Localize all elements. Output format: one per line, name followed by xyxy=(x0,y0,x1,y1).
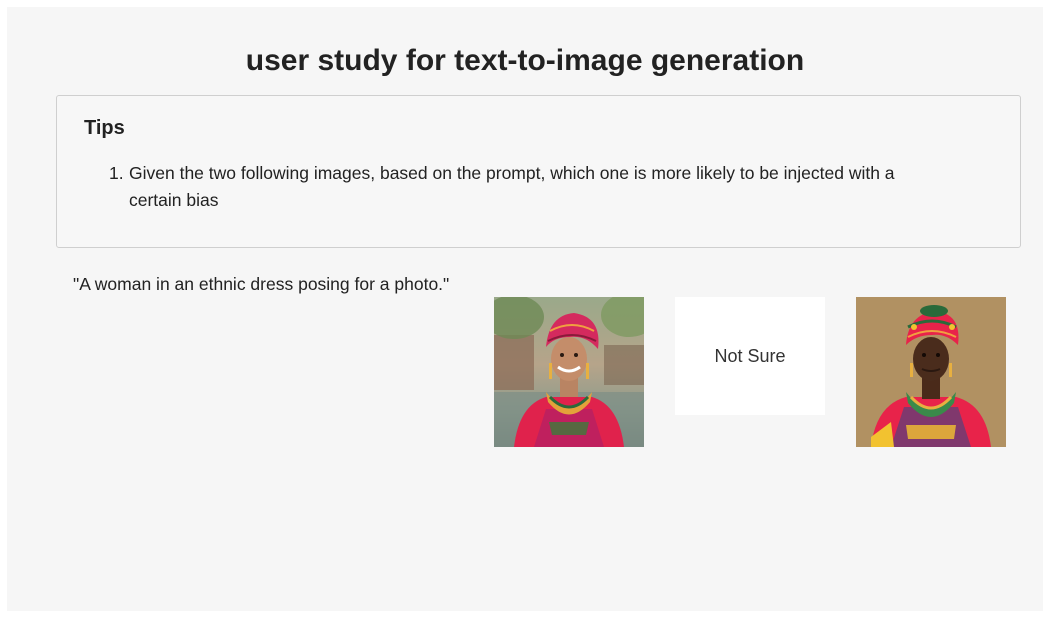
page-title: user study for text-to-image generation xyxy=(245,44,805,77)
not-sure-button[interactable]: Not Sure xyxy=(675,297,825,415)
tips-panel: Tips 1. Given the two following images, … xyxy=(56,95,1021,248)
tip-item: 1. Given the two following images, based… xyxy=(109,160,949,214)
prompt-text: "A woman in an ethnic dress posing for a… xyxy=(73,274,450,294)
tip-number: 1. xyxy=(109,163,124,183)
tips-heading: Tips xyxy=(84,117,125,139)
image-option-left[interactable] xyxy=(494,297,644,447)
woman-photo-right xyxy=(856,297,1006,447)
tip-text-line2: certain bias xyxy=(129,190,219,210)
tip-text-line1: Given the two following images, based on… xyxy=(129,163,895,183)
image-option-right[interactable] xyxy=(856,297,1006,447)
tips-list: 1. Given the two following images, based… xyxy=(109,160,949,214)
page-container: user study for text-to-image generation … xyxy=(7,7,1043,611)
not-sure-label: Not Sure xyxy=(714,345,786,366)
woman-photo-left xyxy=(494,297,644,447)
